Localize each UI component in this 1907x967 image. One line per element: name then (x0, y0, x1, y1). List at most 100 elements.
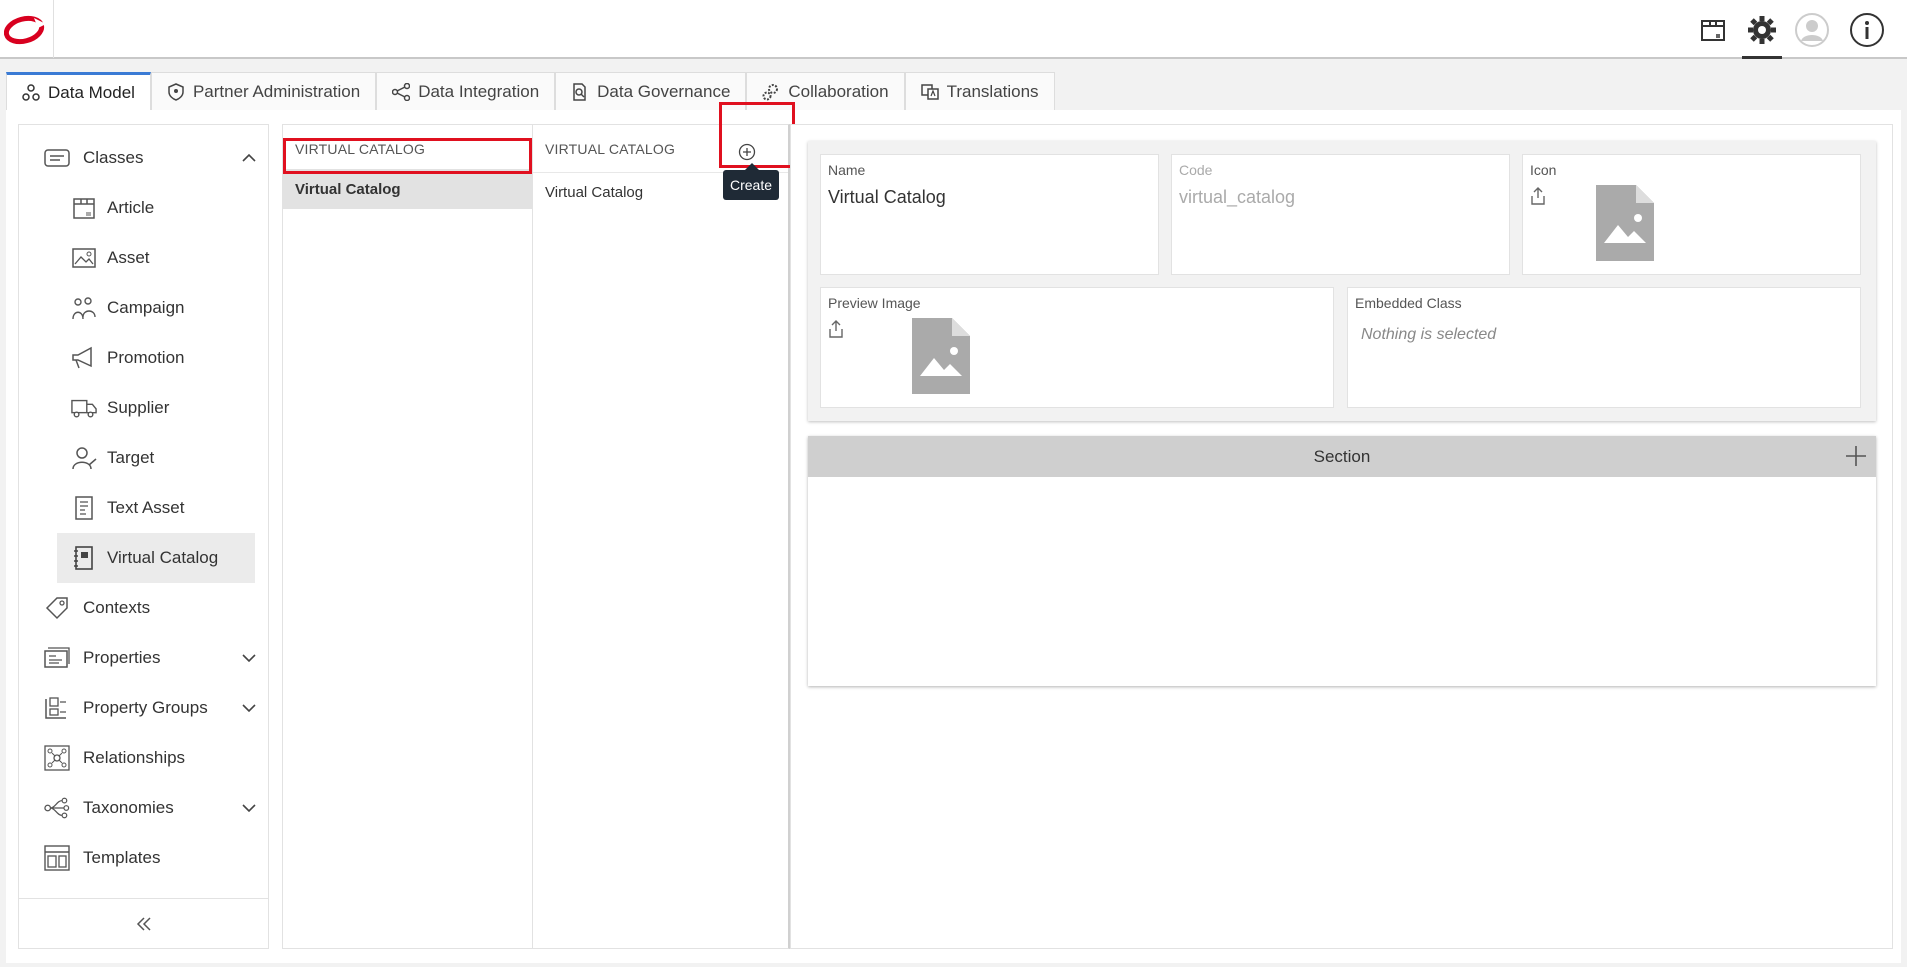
list-item[interactable]: Virtual Catalog (283, 169, 532, 209)
relationships-icon (44, 745, 70, 771)
sidebar-item-label: Article (107, 198, 155, 217)
sidebar-item-label: Text Asset (107, 498, 185, 517)
image-placeholder-icon (1596, 185, 1654, 261)
property-groups-icon (44, 695, 70, 721)
sidebar-item-classes[interactable]: Classes (19, 133, 268, 183)
code-value: virtual_catalog (1179, 187, 1296, 207)
shield-icon (168, 82, 184, 101)
gear-icon[interactable] (1742, 10, 1782, 59)
megaphone-icon (71, 345, 97, 371)
chevron-down-icon[interactable] (241, 650, 257, 666)
sidebar-item-property-groups[interactable]: Property Groups (19, 683, 268, 733)
chevron-down-icon[interactable] (241, 800, 257, 816)
sidebar-item-label: Campaign (107, 298, 185, 317)
code-field: Code virtual_catalog (1171, 154, 1510, 275)
sidebar-item-properties[interactable]: Properties (19, 633, 268, 683)
translate-icon (920, 83, 939, 100)
sidebar-item-label: Virtual Catalog (107, 548, 219, 567)
upload-icon[interactable] (1529, 186, 1547, 206)
sidebar-item-label: Target (107, 448, 155, 467)
tag-icon (44, 595, 70, 621)
tab-label: Translations (946, 81, 1039, 101)
create-button[interactable] (735, 140, 759, 164)
article-icon (71, 195, 97, 221)
tab-label: Data Governance (597, 81, 731, 101)
package-icon[interactable] (1693, 10, 1733, 50)
section-header: Section (808, 436, 1876, 477)
tab-label: Data Model (48, 82, 135, 102)
sidebar-item-label: Templates (83, 848, 161, 867)
sidebar-collapse-button[interactable] (19, 898, 268, 948)
upload-icon[interactable] (827, 319, 845, 339)
sidebar-item-contexts[interactable]: Contexts (19, 583, 268, 633)
section-title: Section (1313, 446, 1371, 466)
templates-icon (44, 845, 70, 871)
class-properties-card: Name Virtual Catalog Code virtual_catalo… (808, 141, 1876, 421)
top-separator (53, 0, 54, 58)
sidebar-nav: Classes Article Asset Campaign Promotion… (18, 124, 269, 949)
tab-collaboration[interactable]: Collaboration (746, 72, 905, 110)
sidebar-item-label: Promotion (107, 348, 185, 367)
sidebar-item-taxonomies[interactable]: Taxonomies (19, 783, 268, 833)
sidebar-item-text-asset[interactable]: Text Asset (19, 483, 268, 533)
tab-partner-administration[interactable]: Partner Administration (150, 72, 377, 110)
sidebar-item-label: Properties (83, 648, 161, 667)
plus-icon[interactable] (1844, 444, 1868, 468)
tab-label: Partner Administration (192, 81, 361, 101)
user-avatar-icon[interactable] (1792, 10, 1832, 50)
tab-translations[interactable]: Translations (904, 72, 1055, 110)
sidebar-item-label: Supplier (107, 398, 170, 417)
name-value[interactable]: Virtual Catalog (828, 187, 946, 208)
virtual-catalog-icon (71, 545, 97, 571)
sidebar-item-virtual-catalog[interactable]: Virtual Catalog (57, 533, 255, 583)
top-bar (0, 0, 1907, 59)
sidebar-item-relationships[interactable]: Relationships (19, 733, 268, 783)
gears-icon (762, 83, 779, 100)
logo-icon[interactable] (3, 14, 48, 46)
sidebar-item-article[interactable]: Article (19, 183, 268, 233)
info-icon[interactable] (1847, 10, 1887, 50)
properties-icon (44, 645, 70, 671)
truck-icon (71, 395, 97, 421)
chevron-up-icon[interactable] (241, 150, 257, 166)
target-person-icon (71, 445, 97, 471)
plus-circle-icon (738, 143, 756, 161)
field-label: Preview Image (828, 295, 921, 311)
embedded-class-placeholder: Nothing is selected (1361, 326, 1497, 343)
data-model-icon (22, 83, 40, 101)
subclass-list-column: VIRTUAL CATALOG Virtual Catalog (532, 124, 790, 949)
chevron-down-icon[interactable] (241, 700, 257, 716)
tab-label: Collaboration (788, 81, 889, 101)
sidebar-item-campaign[interactable]: Campaign (19, 283, 268, 333)
tab-data-integration[interactable]: Data Integration (376, 72, 556, 110)
icon-field: Icon (1522, 154, 1861, 275)
sidebar-item-promotion[interactable]: Promotion (19, 333, 268, 383)
field-label: Name (828, 162, 866, 178)
class-list-column: VIRTUAL CATALOG Virtual Catalog (282, 124, 533, 949)
embedded-class-field[interactable]: Embedded Class Nothing is selected (1347, 287, 1861, 408)
section-panel: Section (808, 436, 1876, 686)
sidebar-item-label: Asset (107, 248, 150, 267)
field-label: Code (1179, 162, 1213, 178)
sidebar-item-label: Classes (83, 148, 144, 167)
detail-panel: Name Virtual Catalog Code virtual_catalo… (790, 124, 1893, 949)
double-chevron-left-icon (136, 916, 151, 931)
sidebar-item-target[interactable]: Target (19, 433, 268, 483)
tab-data-model[interactable]: Data Model (6, 72, 151, 110)
classes-icon (44, 145, 70, 171)
preview-image-field: Preview Image (820, 287, 1334, 408)
sidebar-item-label: Property Groups (83, 698, 208, 717)
tab-label: Data Integration (418, 81, 540, 101)
sidebar-item-asset[interactable]: Asset (19, 233, 268, 283)
column-header: VIRTUAL CATALOG (295, 141, 426, 157)
sidebar-item-templates[interactable]: Templates (19, 833, 268, 883)
name-field[interactable]: Name Virtual Catalog (820, 154, 1159, 275)
column-header: VIRTUAL CATALOG (545, 141, 676, 157)
sidebar-item-label: Taxonomies (83, 798, 174, 817)
tab-data-governance[interactable]: Data Governance (555, 72, 747, 110)
sidebar-item-supplier[interactable]: Supplier (19, 383, 268, 433)
image-placeholder-icon (912, 318, 970, 394)
asset-icon (71, 245, 97, 271)
sidebar-item-label: Contexts (83, 598, 151, 617)
text-asset-icon (71, 495, 97, 521)
